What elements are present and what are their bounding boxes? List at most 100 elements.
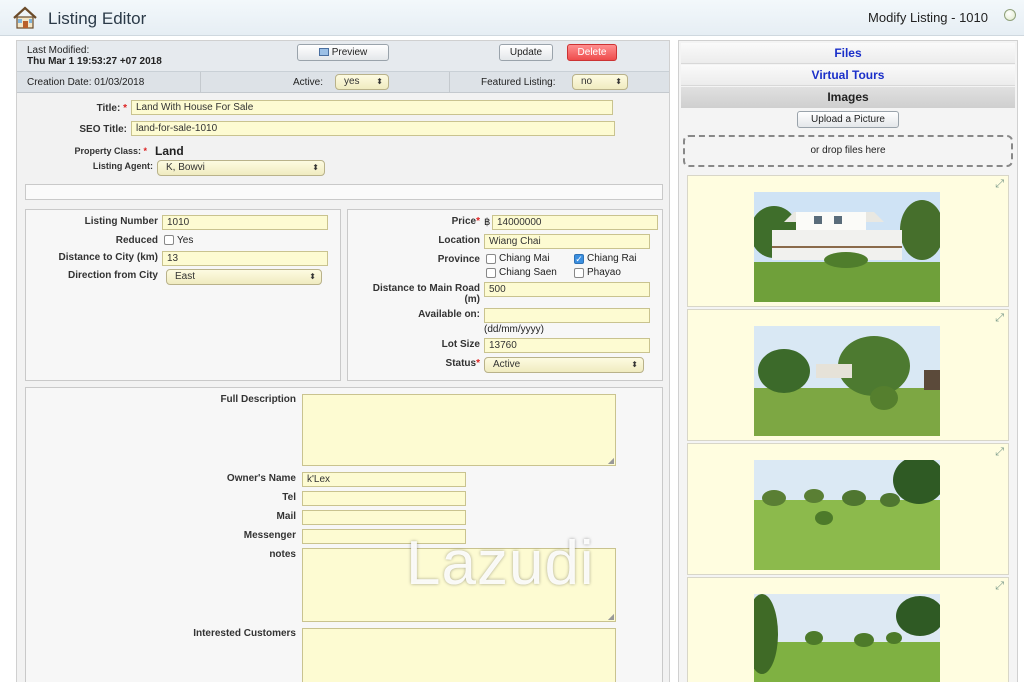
mail-label: Mail [276,511,296,522]
seo-title-input[interactable]: land-for-sale-1010 [131,121,615,136]
listing-details-box: Listing Number 1010 Reduced Yes Distance… [25,209,341,381]
owner-name-label: Owner's Name [226,473,296,484]
date-format-hint: (dd/mm/yyyy) [484,324,544,335]
property-class-label: Property Class: * [74,146,147,156]
modify-listing-title: Modify Listing - 1010 [868,10,988,25]
upload-picture-button[interactable]: Upload a Picture [797,111,899,128]
preview-button[interactable]: Preview [297,44,389,61]
listing-photo-garden [754,326,940,436]
active-label: Active: [293,77,324,88]
select-arrows-icon: ⬍ [376,77,383,86]
lot-size-input[interactable]: 13760 [484,338,650,353]
preview-icon [318,48,329,56]
direction-city-label: Direction from City [67,270,158,281]
tab-files[interactable]: Files [681,43,1015,64]
featured-select-value: no [581,76,593,87]
home-icon[interactable] [12,6,38,30]
image-card[interactable]: ⤢ [687,309,1009,441]
available-on-input[interactable] [484,308,650,323]
app-title: Listing Editor [48,9,147,28]
status-select[interactable]: Active ⬍ [484,357,644,373]
title-label: Title: * [96,103,127,114]
property-class-value: Land [155,144,184,158]
meta-bar-secondary: Creation Date: 01/03/2018 Active: yes ⬍ F… [17,71,669,93]
section-divider [25,184,663,200]
last-modified-label: Last Modified: [27,45,90,56]
listing-agent-select[interactable]: K, Bowvi ⬍ [157,160,325,176]
tab-images[interactable]: Images [681,87,1015,108]
direction-city-value: East [175,271,196,282]
seo-title-label: SEO Title: [79,124,127,135]
image-card[interactable]: ⤢ [687,577,1009,682]
price-location-box: Price* ฿ 14000000 Location Wiang Chai Pr… [347,209,663,381]
featured-select[interactable]: no ⬍ [572,74,628,90]
listing-photo-house [754,192,940,302]
messenger-label: Messenger [243,530,296,541]
expand-icon[interactable]: ⤢ [995,312,1004,325]
listing-number-label: Listing Number [84,216,158,227]
update-button[interactable]: Update [499,44,553,61]
select-arrows-icon: ⬍ [631,360,638,369]
province-chiang-rai-checkbox[interactable]: ✓ [574,254,584,264]
province-phayao-label: Phayao [587,267,621,278]
select-arrows-icon: ⬍ [615,77,622,86]
mail-input[interactable] [302,510,466,525]
owner-name-input[interactable]: k'Lex [302,472,466,487]
lot-size-label: Lot Size [441,339,480,350]
notes-label: notes [269,549,296,560]
status-indicator-icon [1004,9,1016,21]
watermark: Lazudi [406,529,595,598]
reduced-option-label: Yes [177,235,194,246]
available-on-label: Available on: [418,309,480,320]
main-road-label: Distance to Main Road (m) [372,283,480,305]
location-input[interactable]: Wiang Chai [484,234,650,249]
distance-city-label: Distance to City (km) [58,252,158,263]
full-description-textarea[interactable]: ◢ [302,394,616,466]
featured-label: Featured Listing: [481,77,556,88]
status-select-value: Active [493,359,521,370]
expand-icon[interactable]: ⤢ [995,178,1004,191]
listing-photo-orchard [754,460,940,570]
preview-label: Preview [331,47,368,58]
reduced-label: Reduced [115,235,158,246]
distance-city-input[interactable]: 13 [162,251,328,266]
reduced-checkbox[interactable] [164,235,174,245]
price-label: Price* [451,216,480,227]
title-input[interactable]: Land With House For Sale [131,100,613,115]
active-select-value: yes [344,76,360,87]
province-chiang-saen-label: Chiang Saen [499,267,557,278]
status-label: Status* [445,358,480,369]
image-card[interactable]: ⤢ [687,175,1009,307]
image-card[interactable]: ⤢ [687,443,1009,575]
creation-date: Creation Date: 01/03/2018 [27,77,145,88]
expand-icon[interactable]: ⤢ [995,446,1004,459]
file-drop-zone[interactable]: or drop files here [683,135,1013,167]
expand-icon[interactable]: ⤢ [995,580,1004,593]
province-phayao-checkbox[interactable] [574,268,584,278]
last-modified-value: Thu Mar 1 19:53:27 +07 2018 [27,56,162,67]
province-chiang-saen-checkbox[interactable] [486,268,496,278]
listing-number-input[interactable]: 1010 [162,215,328,230]
direction-city-select[interactable]: East ⬍ [166,269,322,285]
listing-agent-label: Listing Agent: [92,161,153,171]
active-select[interactable]: yes ⬍ [335,74,389,90]
province-label: Province [437,254,480,265]
tel-input[interactable] [302,491,466,506]
interested-customers-textarea[interactable] [302,628,616,682]
main-road-input[interactable]: 500 [484,282,650,297]
resize-grip-icon: ◢ [607,612,614,621]
currency-symbol: ฿ [484,217,491,228]
province-chiang-rai-label: Chiang Rai [587,253,637,264]
delete-button[interactable]: Delete [567,44,617,61]
media-panel: Files Virtual Tours Images Upload a Pict… [678,40,1018,682]
interested-customers-label: Interested Customers [193,628,296,639]
select-arrows-icon: ⬍ [309,272,316,281]
listing-agent-value: K, Bowvi [166,162,205,173]
meta-bar: Last Modified: Thu Mar 1 19:53:27 +07 20… [17,41,669,71]
resize-grip-icon: ◢ [607,456,614,465]
price-input[interactable]: 14000000 [492,215,658,230]
province-chiang-mai-checkbox[interactable] [486,254,496,264]
province-chiang-mai-label: Chiang Mai [499,253,550,264]
listing-photo-field [754,594,940,682]
tab-virtual-tours[interactable]: Virtual Tours [681,65,1015,86]
